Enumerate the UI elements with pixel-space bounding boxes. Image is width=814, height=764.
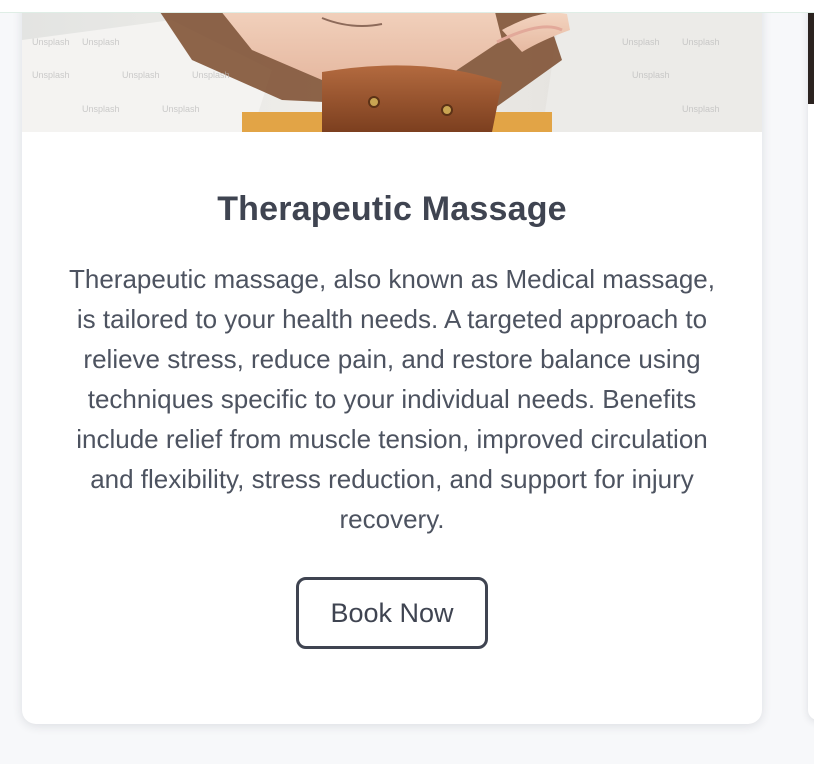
svg-text:Unsplash: Unsplash xyxy=(192,70,230,80)
svg-text:Unsplash: Unsplash xyxy=(82,37,120,47)
next-service-photo xyxy=(808,0,814,104)
next-service-card-peek[interactable] xyxy=(808,0,814,720)
svg-text:Unsplash: Unsplash xyxy=(82,104,120,114)
massage-photo-illustration: Unsplash Unsplash Unsplash Unsplash Unsp… xyxy=(22,0,762,132)
svg-text:Unsplash: Unsplash xyxy=(622,37,660,47)
svg-text:Unsplash: Unsplash xyxy=(632,70,670,80)
book-now-button[interactable]: Book Now xyxy=(296,577,488,649)
svg-text:Unsplash: Unsplash xyxy=(32,37,70,47)
page-top-edge xyxy=(0,0,814,13)
svg-text:Unsplash: Unsplash xyxy=(162,104,200,114)
svg-text:Unsplash: Unsplash xyxy=(32,70,70,80)
service-description: Therapeutic massage, also known as Medic… xyxy=(69,264,715,534)
svg-text:Unsplash: Unsplash xyxy=(682,37,720,47)
service-card: Unsplash Unsplash Unsplash Unsplash Unsp… xyxy=(22,0,762,724)
service-photo: Unsplash Unsplash Unsplash Unsplash Unsp… xyxy=(22,0,762,132)
service-card-body: Therapeutic Massage Therapeutic massage,… xyxy=(22,132,762,649)
svg-text:Unsplash: Unsplash xyxy=(122,70,160,80)
svg-text:Unsplash: Unsplash xyxy=(682,104,720,114)
service-title: Therapeutic Massage xyxy=(217,190,567,228)
